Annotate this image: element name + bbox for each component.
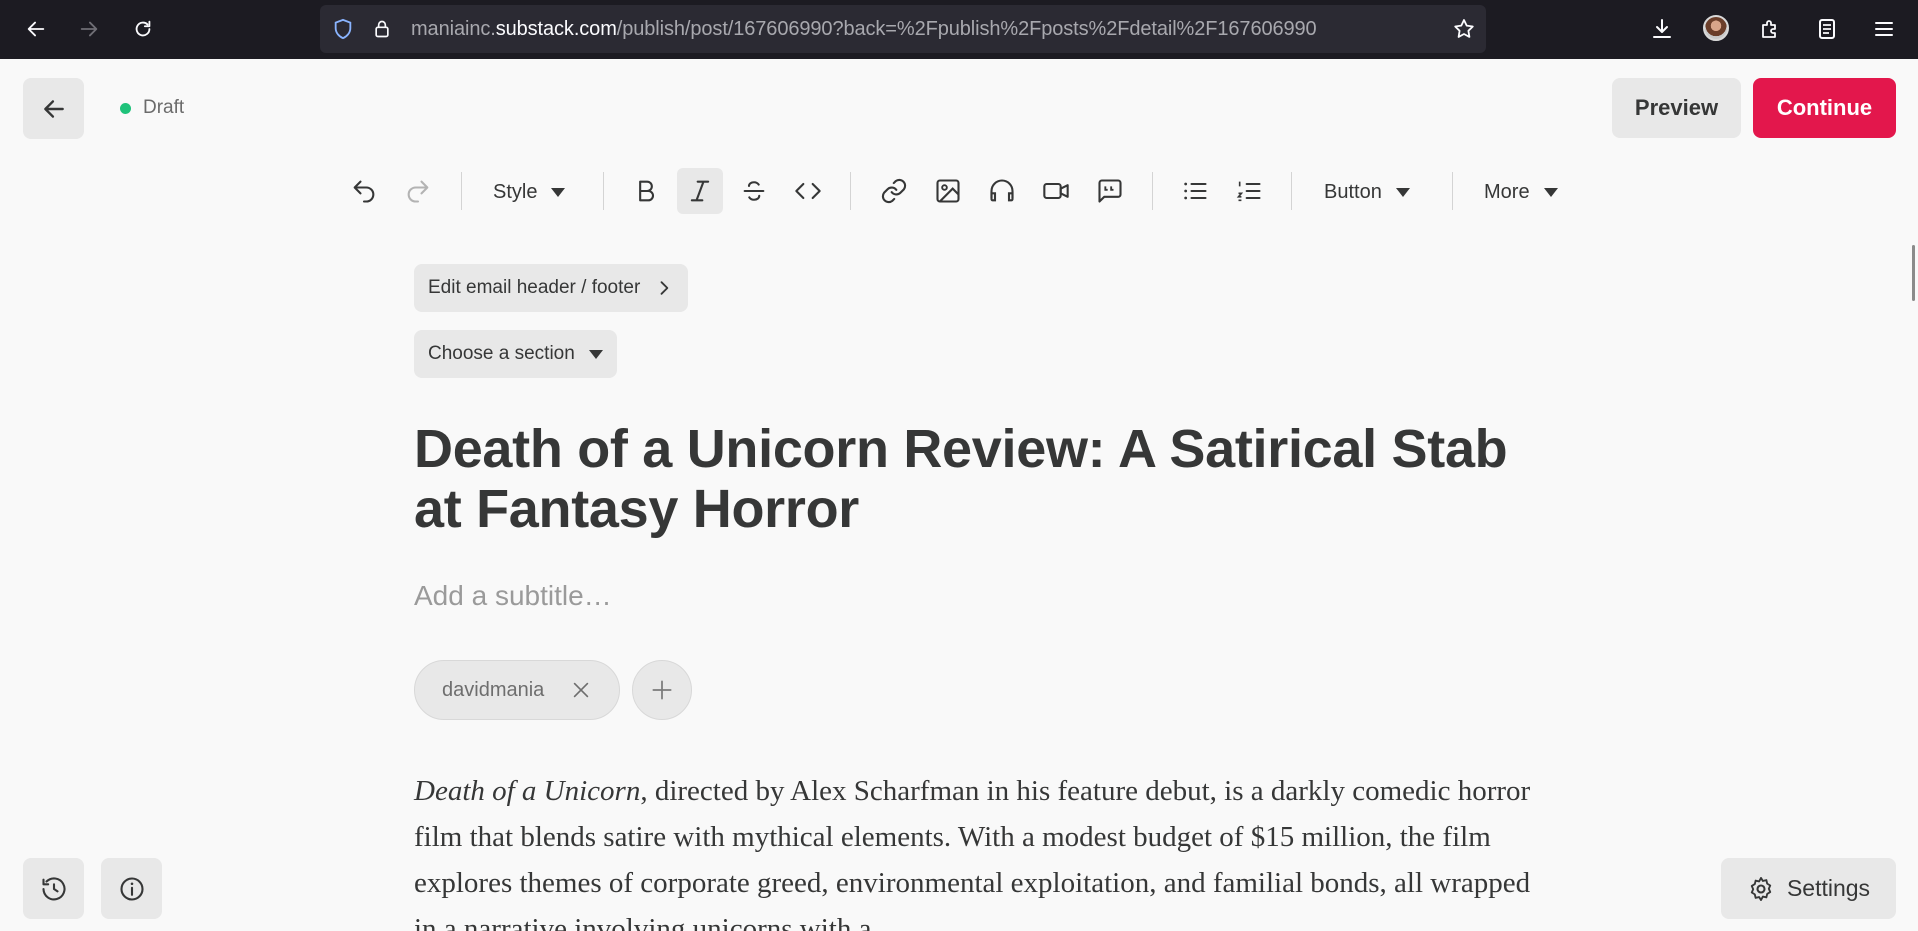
caret-down-icon [1543, 187, 1558, 197]
extensions-button[interactable] [1756, 15, 1784, 43]
add-author-button[interactable] [632, 660, 692, 720]
headphones-icon [990, 179, 1014, 202]
image-icon [936, 179, 960, 203]
browser-reload-button[interactable] [124, 10, 162, 48]
browser-forward-button[interactable] [70, 10, 108, 48]
caret-down-icon [588, 349, 603, 359]
settings-label: Settings [1786, 875, 1871, 901]
strikethrough-icon [743, 181, 765, 201]
plus-icon [652, 680, 672, 700]
image-button[interactable] [925, 168, 971, 214]
strikethrough-button[interactable] [731, 168, 777, 214]
toolbar-divider [603, 172, 604, 210]
browser-toolbar: maniainc.substack.com/publish/post/16760… [0, 0, 1918, 59]
link-button[interactable] [871, 168, 917, 214]
italic-button[interactable] [677, 168, 723, 214]
email-header-footer-label: Edit email header / footer [428, 277, 641, 298]
body-italic-title: Death of a Unicorn [414, 775, 641, 807]
audio-button[interactable] [979, 168, 1025, 214]
bullet-list-button[interactable] [1172, 168, 1218, 214]
italic-icon [690, 180, 710, 202]
toolbar-divider [850, 172, 851, 210]
section-select-label: Choose a section [428, 343, 575, 364]
caret-down-icon [1395, 187, 1410, 197]
downloads-button[interactable] [1648, 15, 1676, 43]
info-button[interactable] [101, 858, 162, 919]
subtitle-input[interactable]: Add a subtitle… [414, 580, 612, 612]
settings-button[interactable]: Settings [1721, 858, 1896, 919]
toolbar-divider [1452, 172, 1453, 210]
account-avatar[interactable] [1703, 15, 1729, 41]
draft-status-label: Draft [143, 97, 185, 118]
arrow-left-icon [27, 21, 45, 37]
style-dropdown-label: Style [493, 180, 538, 203]
draft-status: Draft [120, 97, 184, 119]
status-dot [120, 102, 131, 114]
arrow-left-icon [43, 99, 64, 118]
post-body[interactable]: Death of a Unicorn, directed by Alex Sch… [414, 768, 1534, 931]
redo-icon [407, 180, 429, 203]
app-menu-button[interactable] [1870, 15, 1898, 43]
history-icon [41, 876, 65, 900]
hamburger-menu-icon [1875, 22, 1893, 36]
toolbar-divider [1152, 172, 1153, 210]
url-text[interactable]: maniainc.substack.com/publish/post/16760… [411, 18, 1317, 41]
download-icon [1653, 19, 1671, 38]
code-button[interactable] [785, 168, 831, 214]
version-history-button[interactable] [23, 858, 84, 919]
scrollbar-thumb[interactable] [1912, 245, 1915, 301]
undo-icon [353, 180, 375, 203]
quote-bubble-icon [1098, 179, 1122, 203]
info-icon [119, 876, 144, 901]
more-dropdown-label: More [1484, 180, 1530, 203]
bookmark-star-icon[interactable] [1452, 17, 1476, 41]
more-dropdown[interactable]: More [1484, 174, 1558, 210]
continue-button[interactable]: Continue [1753, 78, 1896, 138]
browser-back-button[interactable] [17, 10, 55, 48]
author-chip: davidmania [414, 660, 620, 720]
button-dropdown[interactable]: Button [1324, 174, 1410, 210]
shield-icon[interactable] [332, 18, 354, 40]
reload-icon [135, 20, 151, 37]
toolbar-divider [1291, 172, 1292, 210]
undo-button[interactable] [341, 168, 387, 214]
gear-icon [1750, 876, 1772, 901]
reader-view-button[interactable] [1813, 15, 1841, 43]
bullet-list-icon [1184, 182, 1207, 200]
redo-button[interactable] [395, 168, 441, 214]
lock-icon[interactable] [372, 18, 392, 40]
toolbar-divider [461, 172, 462, 210]
chevron-right-icon [660, 281, 669, 295]
preview-button[interactable]: Preview [1612, 78, 1741, 138]
code-icon [795, 182, 821, 200]
section-select[interactable]: Choose a section [414, 330, 617, 378]
link-icon [881, 178, 907, 204]
bold-icon [639, 180, 654, 202]
video-button[interactable] [1033, 168, 1079, 214]
bold-button[interactable] [623, 168, 669, 214]
puzzle-icon [1762, 20, 1776, 38]
close-icon[interactable] [570, 679, 592, 701]
arrow-right-icon [80, 21, 98, 37]
url-bar[interactable]: maniainc.substack.com/publish/post/16760… [320, 5, 1486, 53]
numbered-list-button[interactable] [1226, 168, 1272, 214]
caret-down-icon [551, 187, 566, 197]
reader-icon [1819, 19, 1835, 39]
pullquote-button[interactable] [1087, 168, 1133, 214]
editor-back-button[interactable] [23, 78, 84, 139]
style-dropdown[interactable]: Style [493, 174, 566, 210]
video-camera-icon [1043, 182, 1069, 200]
numbered-list-icon [1236, 181, 1261, 202]
author-name: davidmania [442, 678, 545, 701]
post-title[interactable]: Death of a Unicorn Review: A Satirical S… [414, 419, 1534, 539]
button-dropdown-label: Button [1324, 180, 1382, 203]
email-header-footer-button[interactable]: Edit email header / footer [414, 264, 689, 312]
